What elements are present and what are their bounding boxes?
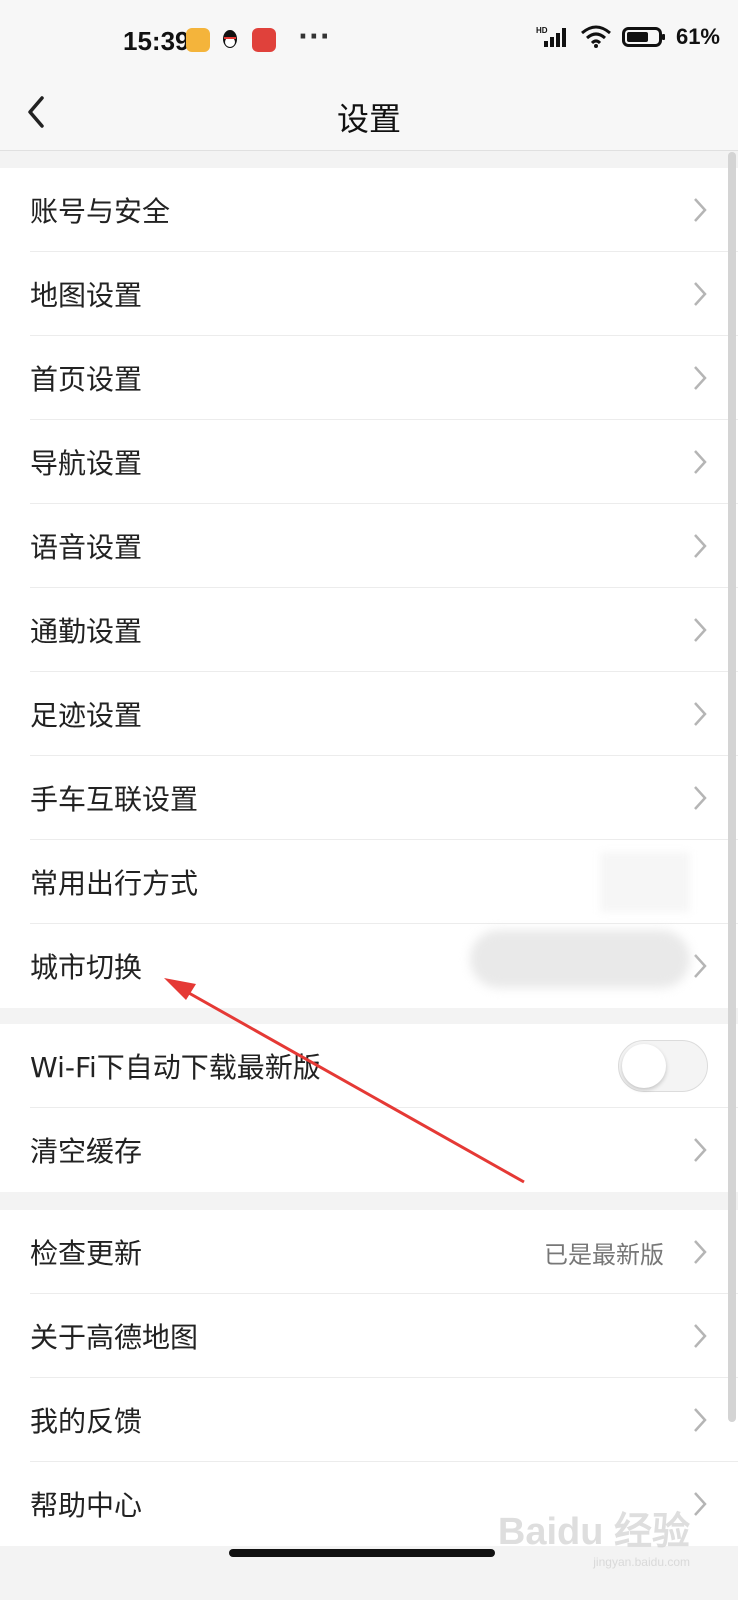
chevron-right-icon <box>694 1492 707 1516</box>
row-label: Wi-Fi下自动下载最新版 <box>30 1051 321 1084</box>
battery-percent: 61% <box>675 24 720 49</box>
wifi-icon <box>580 25 611 48</box>
row-label: 手车互联设置 <box>30 783 199 816</box>
row-clear-cache[interactable]: 清空缓存 <box>0 1108 738 1192</box>
notes-app-icon <box>186 28 210 52</box>
more-notifications-icon: ··· <box>298 22 331 52</box>
row-wifi-auto-download: Wi-Fi下自动下载最新版 <box>0 1024 738 1108</box>
app-icon <box>252 28 276 52</box>
row-label: 导航设置 <box>30 447 143 480</box>
chevron-right-icon <box>694 954 707 978</box>
qq-icon <box>223 30 237 48</box>
wifi-auto-download-toggle[interactable] <box>618 1040 708 1092</box>
status-time: 15:39 <box>123 26 190 56</box>
toggle-knob <box>622 1044 666 1088</box>
row-label: 我的反馈 <box>30 1405 143 1438</box>
watermark-sub: jingyan.baidu.com <box>593 1555 690 1569</box>
row-label: 关于高德地图 <box>30 1321 199 1354</box>
update-status: 已是最新版 <box>544 1240 664 1269</box>
chevron-right-icon <box>694 702 707 726</box>
settings-group-storage: Wi-Fi下自动下载最新版 清空缓存 <box>0 1024 738 1192</box>
redacted-city-value <box>470 930 690 988</box>
chevron-right-icon <box>694 450 707 474</box>
row-label: 清空缓存 <box>30 1135 143 1168</box>
row-my-feedback[interactable]: 我的反馈 <box>0 1378 738 1462</box>
row-label: 语音设置 <box>30 531 143 564</box>
row-about[interactable]: 关于高德地图 <box>0 1294 738 1378</box>
chevron-right-icon <box>694 1324 707 1348</box>
svg-text:HD: HD <box>536 26 548 35</box>
redacted-area <box>600 852 690 912</box>
row-label: 首页设置 <box>30 363 143 396</box>
battery-icon <box>621 27 665 47</box>
chevron-right-icon <box>694 618 707 642</box>
row-voice-settings[interactable]: 语音设置 <box>0 504 738 588</box>
row-label: 帮助中心 <box>30 1489 143 1522</box>
row-car-connect-settings[interactable]: 手车互联设置 <box>0 756 738 840</box>
watermark: Baidu 经验 jingyan.baidu.com <box>498 1500 690 1569</box>
row-label: 常用出行方式 <box>30 867 199 900</box>
row-label: 账号与安全 <box>30 195 171 228</box>
row-home-settings[interactable]: 首页设置 <box>0 336 738 420</box>
chevron-right-icon <box>694 366 707 390</box>
row-footprint-settings[interactable]: 足迹设置 <box>0 672 738 756</box>
row-check-update[interactable]: 检查更新 已是最新版 <box>0 1210 738 1294</box>
row-label: 通勤设置 <box>30 615 143 648</box>
hd-signal-icon: HD <box>536 26 566 47</box>
home-indicator[interactable] <box>229 1549 495 1557</box>
row-navigation-settings[interactable]: 导航设置 <box>0 420 738 504</box>
row-commute-settings[interactable]: 通勤设置 <box>0 588 738 672</box>
scrollbar[interactable] <box>728 152 736 1422</box>
page-title: 设置 <box>336 100 401 138</box>
chevron-right-icon <box>694 534 707 558</box>
chevron-right-icon <box>694 1138 707 1162</box>
watermark-text: Baidu 经验 <box>497 1511 690 1553</box>
row-label: 足迹设置 <box>30 699 143 732</box>
row-account-security[interactable]: 账号与安全 <box>0 168 738 252</box>
row-map-settings[interactable]: 地图设置 <box>0 252 738 336</box>
settings-group-about: 检查更新 已是最新版 关于高德地图 我的反馈 帮助中心 <box>0 1210 738 1546</box>
chevron-right-icon <box>694 1240 707 1264</box>
row-label: 检查更新 <box>30 1237 143 1270</box>
chevron-right-icon <box>694 198 707 222</box>
chevron-right-icon <box>694 282 707 306</box>
status-bar: 15:39 ··· HD 61% <box>0 0 738 80</box>
chevron-right-icon <box>694 1408 707 1432</box>
nav-bar: 设置 <box>0 80 738 151</box>
row-label: 城市切换 <box>30 951 143 984</box>
row-label: 地图设置 <box>30 279 143 312</box>
chevron-right-icon <box>694 786 707 810</box>
